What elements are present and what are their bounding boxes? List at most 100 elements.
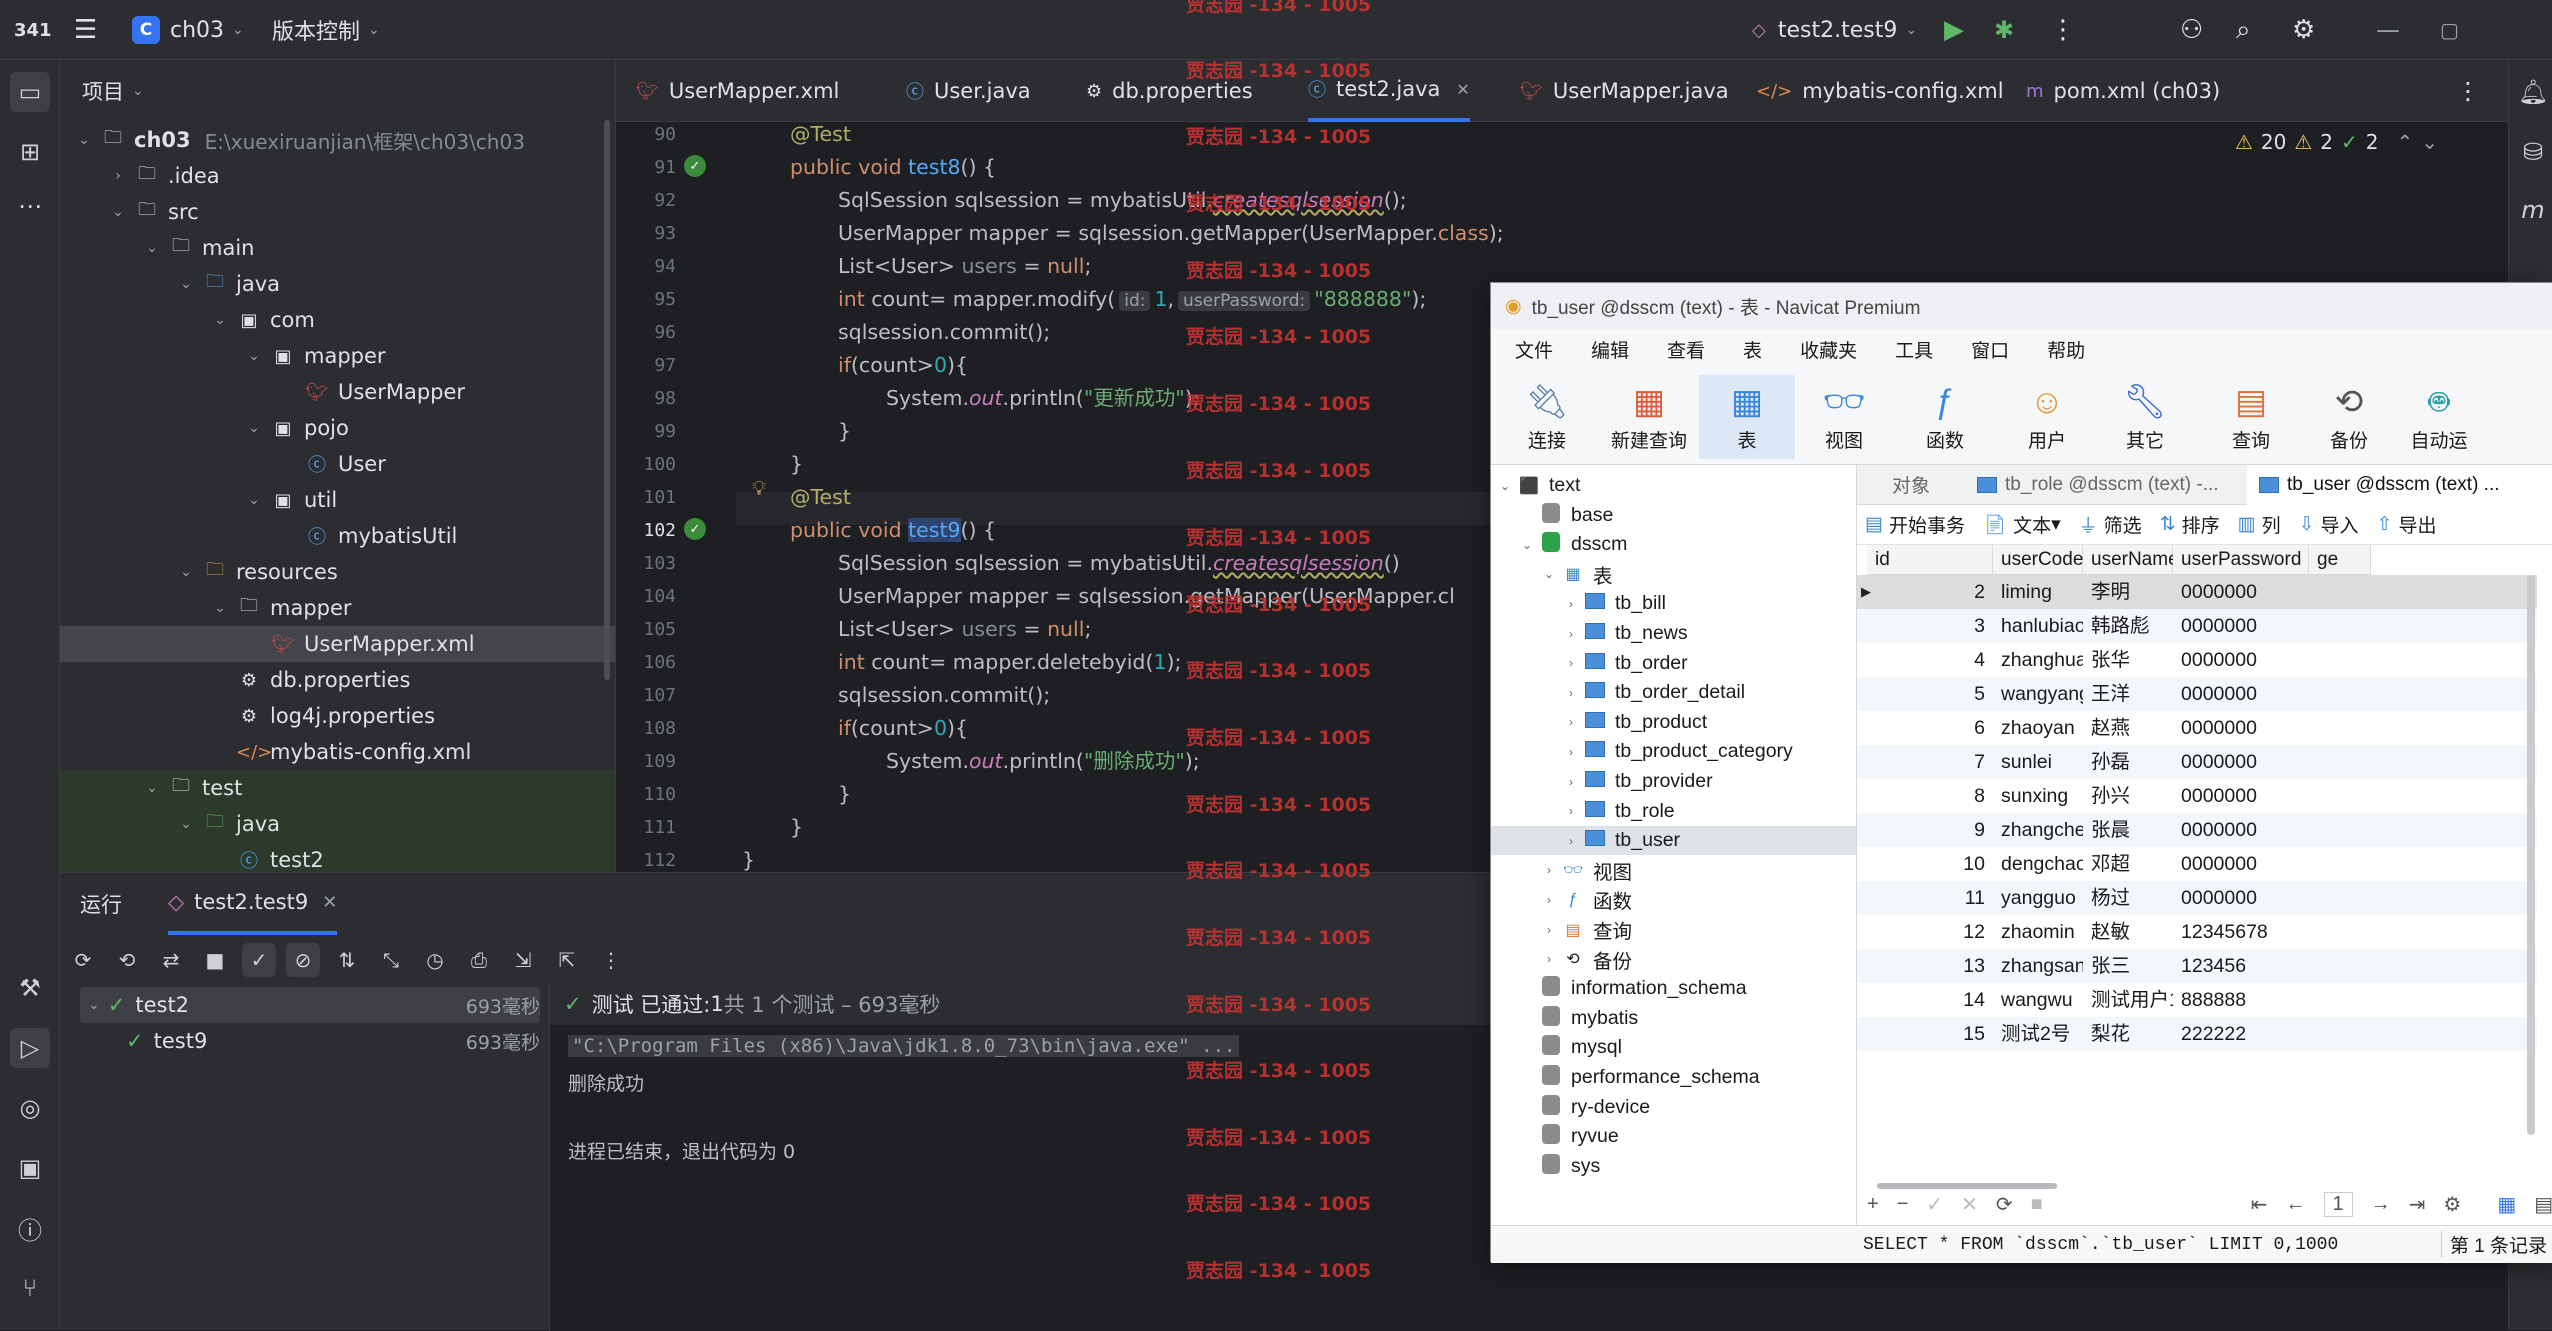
chevron-down-icon[interactable]: ⌄	[74, 132, 94, 148]
table-cell[interactable]: 韩路彪	[2083, 609, 2173, 643]
grid-view-icon[interactable]: ▦	[2497, 1192, 2516, 1217]
run-test-gutter-icon[interactable]: ✓	[684, 518, 706, 540]
first-page-icon[interactable]: ⇤	[2251, 1192, 2268, 1217]
editor-tab[interactable]: ⓒ User.java	[906, 60, 1031, 122]
navicat-menu-item[interactable]: 编辑	[1591, 336, 1629, 363]
project-tree-item[interactable]: ⌄ 🗀 java	[60, 806, 615, 842]
table-cell[interactable]: 梨花	[2083, 1017, 2173, 1051]
minimize-icon[interactable]: —	[2376, 0, 2400, 60]
project-tree-item[interactable]: 🐦︎ UserMapper.xml	[60, 626, 615, 662]
table-cell[interactable]: liming	[1993, 575, 2083, 609]
editor-tab[interactable]: 🐦︎ UserMapper.java	[1520, 60, 1729, 122]
build-tool-icon[interactable]: ⚒	[10, 968, 50, 1008]
structure-tool-icon[interactable]: ⊞	[10, 132, 50, 172]
connection-tree-item[interactable]: › ▤ 查询	[1491, 915, 1856, 944]
chevron-right-icon[interactable]: ›	[1563, 775, 1579, 789]
table-row[interactable]: 9zhangchen张晨0000000	[1857, 813, 2537, 847]
chevron-down-icon[interactable]: ⌄	[244, 348, 264, 364]
connection-tree-item[interactable]: › tb_user	[1491, 826, 1856, 856]
table-cell[interactable]: zhaomin	[1993, 915, 2083, 949]
table-cell[interactable]: 赵燕	[2083, 711, 2173, 745]
connection-tree-item[interactable]: performance_schema	[1491, 1063, 1856, 1092]
screenshot-icon[interactable]: ⎙	[462, 943, 496, 977]
table-cell[interactable]: sunxing	[1993, 779, 2083, 813]
table-row[interactable]: 3 hanlubiao 韩路彪 0000000	[1857, 609, 2537, 643]
chevron-right-icon[interactable]: ›	[1541, 952, 1557, 966]
table-cell[interactable]: 0000000	[2173, 745, 2309, 779]
table-cell[interactable]: 123456	[2173, 949, 2309, 983]
connection-tree-item[interactable]: › tb_order	[1491, 649, 1856, 678]
toolbar-button-other[interactable]: 🔧︎ 其它	[2097, 375, 2193, 459]
grid-tool-button[interactable]: ⇅ 排序	[2160, 511, 2220, 538]
main-menu-icon[interactable]: ☰	[74, 0, 97, 60]
project-tree-item[interactable]: ⓒ mybatisUtil	[60, 518, 615, 554]
project-tree-item[interactable]: ⌄ ▣ util	[60, 482, 615, 518]
run-tab[interactable]: ◇ test2.test9 ✕	[168, 873, 338, 935]
maven-tool-icon[interactable]: m	[2513, 190, 2552, 230]
table-cell[interactable]: 孙兴	[2083, 779, 2173, 813]
debug-icon[interactable]: ✱	[1994, 0, 2014, 60]
last-page-icon[interactable]: ⇥	[2409, 1192, 2426, 1217]
connection-tree-item[interactable]: › tb_order_detail	[1491, 678, 1856, 707]
table-cell[interactable]: 0000000	[2173, 575, 2309, 609]
close-icon[interactable]: ✕	[322, 892, 337, 913]
grid-tool-button[interactable]: ▤ 开始事务	[1865, 511, 1965, 538]
chevron-down-icon[interactable]: ⌄	[176, 816, 196, 832]
project-tree-item[interactable]: ⚙ db.properties	[60, 662, 615, 698]
table-cell[interactable]: 13	[1867, 949, 1993, 983]
show-ignored-icon[interactable]: ⊘	[286, 943, 320, 977]
stop-icon[interactable]: ■	[198, 943, 232, 977]
editor-tab[interactable]: m pom.xml (ch03)	[2026, 60, 2220, 122]
toolbar-button-backup[interactable]: ⟲ 备份	[2301, 375, 2397, 459]
add-record-icon[interactable]: +	[1867, 1193, 1879, 1216]
grid-tool-button[interactable]: 📄︎ 文本 ▾	[1983, 511, 2061, 538]
delete-record-icon[interactable]: −	[1897, 1193, 1909, 1216]
column-header[interactable]: id	[1867, 545, 1993, 575]
table-cell[interactable]: 0000000	[2173, 609, 2309, 643]
toolbar-button-connect[interactable]: 🔌︎ 连接	[1499, 375, 1595, 459]
more-tools-icon[interactable]: ⋯	[10, 186, 50, 226]
table-cell[interactable]: zhaoyan	[1993, 711, 2083, 745]
project-tree-item[interactable]: ⌄ 🗀 src	[60, 194, 615, 230]
project-tree-item[interactable]: ⓒ test2	[60, 842, 615, 872]
connection-tree-item[interactable]: ⌄ dsscm	[1491, 530, 1856, 559]
column-header[interactable]: ge	[2309, 545, 2371, 575]
table-cell[interactable]: 张华	[2083, 643, 2173, 677]
rerun-icon[interactable]: ⟳	[66, 943, 100, 977]
table-row[interactable]: 11 yangguo 杨过 0000000	[1857, 881, 2537, 915]
lightbulb-icon[interactable]: 💡︎	[752, 476, 766, 500]
maximize-icon[interactable]: ▢	[2440, 0, 2459, 60]
tab-tb-role[interactable]: tb_role @dsscm (text) -...	[1965, 465, 2247, 505]
navicat-menu-item[interactable]: 窗口	[1971, 336, 2009, 363]
chevron-down-icon[interactable]: ⌄	[2421, 130, 2438, 154]
chevron-right-icon[interactable]: ›	[1541, 893, 1557, 907]
tab-objects[interactable]: 对象	[1857, 465, 1965, 505]
chevron-down-icon[interactable]: ⌄	[210, 312, 230, 328]
table-cell[interactable]: 赵敏	[2083, 915, 2173, 949]
table-cell[interactable]: 12345678	[2173, 915, 2309, 949]
collapse-icon[interactable]: ⤡	[374, 943, 408, 977]
navicat-title-bar[interactable]: ◉ tb_user @dsscm (text) - 表 - Navicat Pr…	[1491, 283, 2552, 329]
table-cell[interactable]: 888888	[2173, 983, 2309, 1017]
project-tree-item[interactable]: ⌄ 🗀 java	[60, 266, 615, 302]
table-row[interactable]: 12 zhaomin 赵敏 12345678	[1857, 915, 2537, 949]
table-cell[interactable]: 15	[1867, 1017, 1993, 1051]
connection-tree-item[interactable]: › tb_product	[1491, 708, 1856, 737]
run-test-gutter-icon[interactable]: ✓	[684, 155, 706, 177]
table-cell[interactable]: 邓超	[2083, 847, 2173, 881]
connection-tree-item[interactable]: base	[1491, 501, 1856, 530]
toolbar-button-automation[interactable]: 🤖︎ 自动运	[2391, 375, 2487, 459]
toolbar-button-view[interactable]: 👓︎ 视图	[1796, 375, 1892, 459]
table-cell[interactable]: 杨过	[2083, 881, 2173, 915]
database-tool-icon[interactable]: ⛁	[2513, 132, 2552, 172]
show-passed-icon[interactable]: ✓	[242, 943, 276, 977]
notifications-icon[interactable]: 🔔︎	[2513, 72, 2552, 112]
export-icon[interactable]: ⇲	[506, 943, 540, 977]
chevron-up-icon[interactable]: ⌃	[2396, 130, 2413, 154]
table-cell[interactable]: 张三	[2083, 949, 2173, 983]
column-header[interactable]: userCode	[1993, 545, 2083, 575]
table-cell[interactable]: 14	[1867, 983, 1993, 1017]
grid-tool-button[interactable]: ⏚ 筛选	[2079, 511, 2142, 538]
project-tool-icon[interactable]: ▭	[10, 72, 50, 112]
import-icon[interactable]: ⇱	[550, 943, 584, 977]
